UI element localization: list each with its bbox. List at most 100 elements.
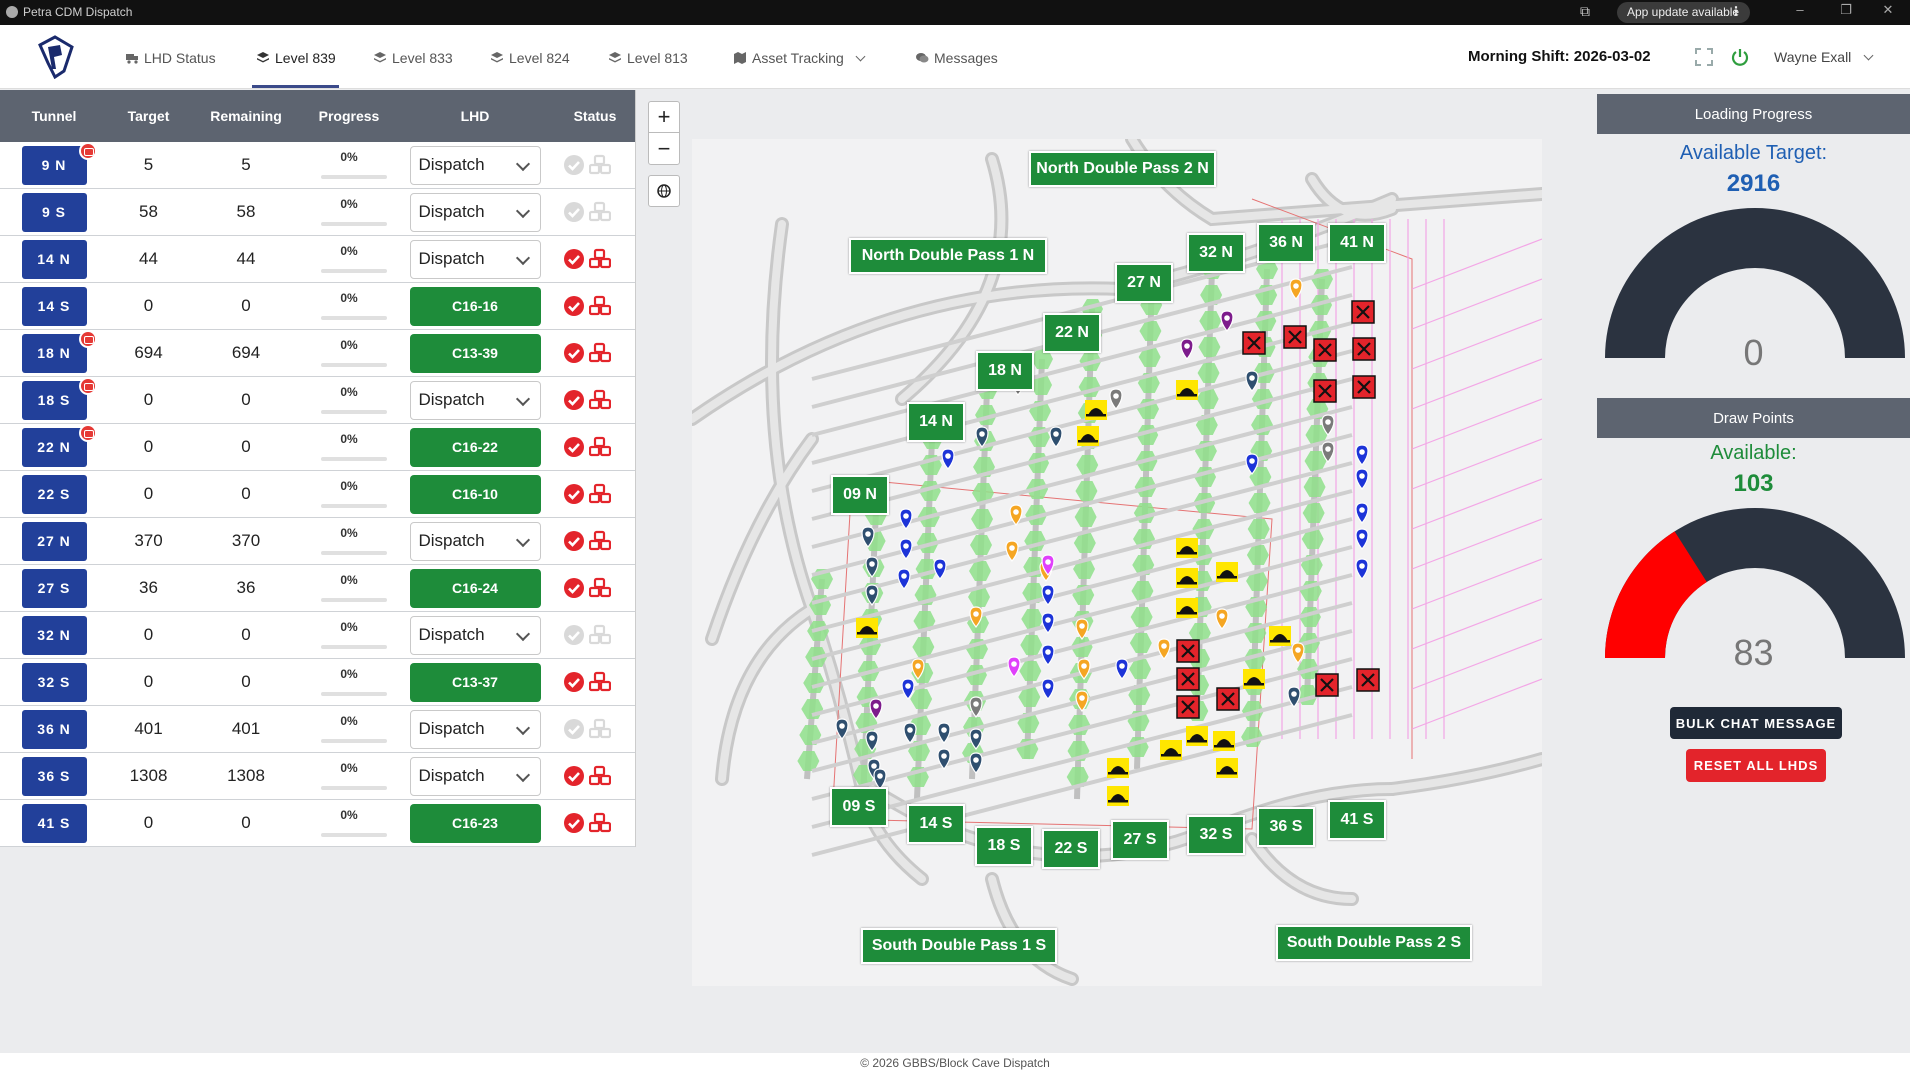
lhd-assigned-button[interactable]: C13-37: [409, 662, 541, 702]
ore-cubes-icon[interactable]: [589, 671, 611, 693]
tunnel-button[interactable]: 14 N: [21, 239, 87, 279]
check-circle-icon[interactable]: [563, 577, 585, 599]
check-circle-icon[interactable]: [563, 483, 585, 505]
check-circle-icon[interactable]: [563, 671, 585, 693]
ore-cubes-icon[interactable]: [589, 624, 611, 646]
lhd-assigned-button[interactable]: C16-24: [409, 568, 541, 608]
map-tunnel-label[interactable]: North Double Pass 2 N: [1029, 151, 1216, 187]
lhd-assigned-button[interactable]: C16-16: [409, 286, 541, 326]
tunnel-button[interactable]: 22 S: [21, 474, 87, 514]
map-tunnel-label[interactable]: 09 S: [830, 787, 888, 827]
lhd-dispatch-select[interactable]: Dispatch: [409, 615, 541, 655]
nav-asset-tracking[interactable]: Asset Tracking: [733, 50, 866, 66]
ore-cubes-icon[interactable]: [589, 201, 611, 223]
ore-cubes-icon[interactable]: [589, 483, 611, 505]
lhd-dispatch-select[interactable]: Dispatch: [409, 521, 541, 561]
map-tunnel-label[interactable]: 32 N: [1187, 233, 1245, 273]
reset-all-lhds-button[interactable]: RESET ALL LHDS: [1686, 749, 1826, 782]
lhd-assigned-button[interactable]: C16-23: [409, 803, 541, 843]
chat-notification-icon[interactable]: [79, 142, 97, 160]
lhd-assigned-button[interactable]: C13-39: [409, 333, 541, 373]
map-tunnel-label[interactable]: 41 S: [1328, 800, 1386, 840]
nav-messages[interactable]: Messages: [915, 50, 998, 66]
restore-icon[interactable]: ❐: [1836, 2, 1856, 22]
app-update-button[interactable]: App update available ⋮: [1617, 2, 1750, 23]
minimize-icon[interactable]: –: [1790, 2, 1810, 22]
map-tunnel-label[interactable]: 36 S: [1257, 807, 1315, 847]
tunnel-button[interactable]: 14 S: [21, 286, 87, 326]
ore-cubes-icon[interactable]: [589, 389, 611, 411]
nav-level-833[interactable]: Level 833: [373, 50, 453, 66]
ore-cubes-icon[interactable]: [589, 718, 611, 740]
zoom-out-button[interactable]: −: [649, 133, 679, 164]
lhd-dispatch-select[interactable]: Dispatch: [409, 709, 541, 749]
lhd-dispatch-select[interactable]: Dispatch: [409, 756, 541, 796]
tunnel-button[interactable]: 18 N: [21, 333, 87, 373]
nav-level-813[interactable]: Level 813: [608, 50, 688, 66]
tunnel-button[interactable]: 41 S: [21, 803, 87, 843]
check-circle-icon[interactable]: [563, 718, 585, 740]
globe-button[interactable]: [648, 175, 680, 207]
ore-cubes-icon[interactable]: [589, 765, 611, 787]
map-tunnel-label[interactable]: 36 N: [1257, 223, 1315, 263]
map-tunnel-label[interactable]: 09 N: [831, 475, 889, 515]
tunnel-button[interactable]: 27 S: [21, 568, 87, 608]
check-circle-icon[interactable]: [563, 154, 585, 176]
petra-logo[interactable]: [34, 33, 76, 79]
zoom-in-button[interactable]: +: [649, 102, 679, 133]
lhd-dispatch-select[interactable]: Dispatch: [409, 380, 541, 420]
map-tunnel-label[interactable]: 32 S: [1187, 815, 1245, 855]
check-circle-icon[interactable]: [563, 812, 585, 834]
map-tunnel-label[interactable]: South Double Pass 1 S: [861, 928, 1057, 964]
ore-cubes-icon[interactable]: [589, 248, 611, 270]
map-tunnel-label[interactable]: North Double Pass 1 N: [849, 238, 1047, 274]
chat-notification-icon[interactable]: [79, 330, 97, 348]
tunnel-button[interactable]: 27 N: [21, 521, 87, 561]
chat-notification-icon[interactable]: [79, 424, 97, 442]
tunnel-button[interactable]: 32 S: [21, 662, 87, 702]
map-tunnel-label[interactable]: 18 S: [975, 826, 1033, 866]
power-icon[interactable]: [1730, 47, 1750, 67]
ore-cubes-icon[interactable]: [589, 295, 611, 317]
check-circle-icon[interactable]: [563, 248, 585, 270]
fullscreen-icon[interactable]: [1694, 47, 1714, 67]
extensions-icon[interactable]: ⧉: [1580, 3, 1598, 21]
tunnel-button[interactable]: 22 N: [21, 427, 87, 467]
nav-level-839[interactable]: Level 839: [256, 50, 336, 66]
check-circle-icon[interactable]: [563, 765, 585, 787]
ore-cubes-icon[interactable]: [589, 154, 611, 176]
ore-cubes-icon[interactable]: [589, 342, 611, 364]
tunnel-button[interactable]: 36 S: [21, 756, 87, 796]
map-tunnel-label[interactable]: 22 S: [1042, 829, 1100, 869]
tunnel-button[interactable]: 9 N: [21, 145, 87, 185]
lhd-assigned-button[interactable]: C16-22: [409, 427, 541, 467]
check-circle-icon[interactable]: [563, 624, 585, 646]
nav-level-824[interactable]: Level 824: [490, 50, 570, 66]
check-circle-icon[interactable]: [563, 530, 585, 552]
check-circle-icon[interactable]: [563, 389, 585, 411]
nav-lhd-status[interactable]: LHD Status: [125, 50, 216, 66]
tunnel-button[interactable]: 32 N: [21, 615, 87, 655]
map-tunnel-label[interactable]: 27 S: [1111, 820, 1169, 860]
map-tunnel-label[interactable]: 14 S: [907, 804, 965, 844]
user-menu[interactable]: Wayne Exall: [1774, 49, 1874, 65]
check-circle-icon[interactable]: [563, 295, 585, 317]
check-circle-icon[interactable]: [563, 436, 585, 458]
ore-cubes-icon[interactable]: [589, 530, 611, 552]
map-tunnel-label[interactable]: South Double Pass 2 S: [1276, 925, 1472, 961]
lhd-dispatch-select[interactable]: Dispatch: [409, 145, 541, 185]
lhd-assigned-button[interactable]: C16-10: [409, 474, 541, 514]
map-tunnel-label[interactable]: 14 N: [907, 402, 965, 442]
lhd-dispatch-select[interactable]: Dispatch: [409, 192, 541, 232]
bulk-chat-button[interactable]: BULK CHAT MESSAGE: [1670, 707, 1842, 739]
more-vert-icon[interactable]: ⋮: [1730, 4, 1742, 18]
check-circle-icon[interactable]: [563, 342, 585, 364]
mine-level-map[interactable]: North Double Pass 2 N North Double Pass 1…: [692, 139, 1542, 986]
tunnel-button[interactable]: 9 S: [21, 192, 87, 232]
map-tunnel-label[interactable]: 41 N: [1328, 223, 1386, 263]
close-icon[interactable]: ✕: [1878, 2, 1898, 22]
map-tunnel-label[interactable]: 27 N: [1115, 263, 1173, 303]
ore-cubes-icon[interactable]: [589, 577, 611, 599]
map-tunnel-label[interactable]: 18 N: [976, 351, 1034, 391]
ore-cubes-icon[interactable]: [589, 812, 611, 834]
